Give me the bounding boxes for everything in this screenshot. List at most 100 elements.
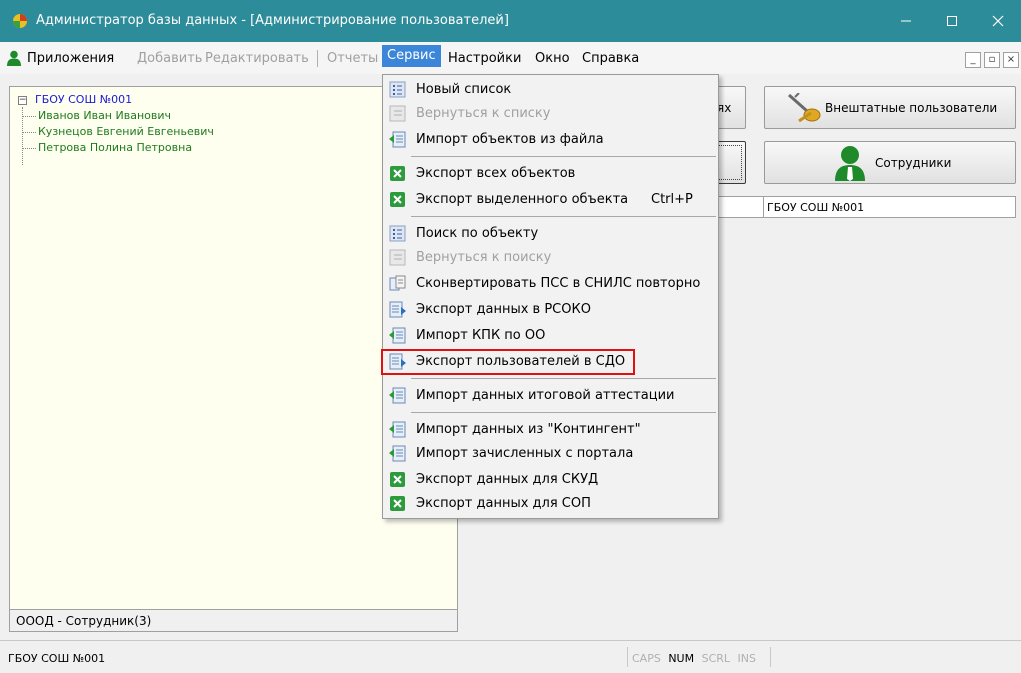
menu-service[interactable]: Сервис xyxy=(382,45,441,67)
menu-item-label: Вернуться к списку xyxy=(416,106,551,121)
menu-window[interactable]: Окно xyxy=(535,51,570,66)
import-icon xyxy=(389,387,406,404)
tree-node-label: Кузнецов Евгений Евгеньевич xyxy=(38,125,214,138)
menu-item-import-objects[interactable]: Импорт объектов из файла xyxy=(385,129,716,151)
menu-item-label: Импорт данных итоговой аттестации xyxy=(416,388,675,403)
menu-item-export-rsoko[interactable]: Экспорт данных в РСОКО xyxy=(385,299,716,321)
import-icon xyxy=(389,445,406,462)
menu-item-export-skud[interactable]: Экспорт данных для СКУД xyxy=(385,469,716,491)
tree-node[interactable]: Кузнецов Евгений Евгеньевич xyxy=(18,125,214,141)
tree-node[interactable]: Иванов Иван Иванович xyxy=(18,109,214,125)
status-divider xyxy=(770,647,771,667)
keyboard-indicators: CAPS NUM SCRL INS xyxy=(632,652,760,665)
mdi-restore-button[interactable]: ▫ xyxy=(984,52,1000,68)
menu-item-label: Поиск по объекту xyxy=(416,226,539,241)
mdi-close-button[interactable]: × xyxy=(1003,52,1019,68)
menu-item-export-users-sdo[interactable]: Экспорт пользователей в СДО xyxy=(381,349,635,375)
menu-item-label: Экспорт данных в РСОКО xyxy=(416,302,591,317)
scrl-indicator: SCRL xyxy=(701,652,731,665)
app-logo-icon xyxy=(13,14,27,28)
user-icon xyxy=(7,50,21,66)
tree-node-label: Петрова Полина Петровна xyxy=(38,141,193,154)
tree-root-label: ГБОУ СОШ №001 xyxy=(35,93,133,106)
external-users-label: Внештатные пользователи xyxy=(825,101,998,115)
list-icon xyxy=(389,81,406,98)
menu-separator xyxy=(411,412,716,413)
menu-item-label: Импорт данных из "Контингент" xyxy=(416,422,641,437)
minimize-button[interactable] xyxy=(883,0,929,42)
menu-bar: Приложения Добавить Редактировать Отчеты… xyxy=(0,42,1021,74)
menu-help[interactable]: Справка xyxy=(582,51,639,66)
menu-edit[interactable]: Редактировать xyxy=(205,51,309,66)
menu-separator xyxy=(411,156,716,157)
menu-item-label: Экспорт всех объектов xyxy=(416,166,576,181)
convert-icon xyxy=(389,275,406,291)
num-indicator: NUM xyxy=(668,652,695,665)
menu-item-export-all[interactable]: Экспорт всех объектов xyxy=(385,163,716,185)
users-category-label: ях xyxy=(717,101,732,115)
mdi-window-controls: _ ▫ × xyxy=(965,52,1021,68)
menu-item-label: Экспорт пользователей в СДО xyxy=(416,354,626,369)
search-list-icon xyxy=(389,225,406,242)
menu-applications[interactable]: Приложения xyxy=(27,51,114,66)
tree-line xyxy=(22,132,36,133)
menu-settings[interactable]: Настройки xyxy=(448,51,521,66)
menu-item-return-to-list[interactable]: Вернуться к списку xyxy=(385,103,716,125)
employees-button[interactable]: Сотрудники xyxy=(764,141,1016,184)
status-organization: ГБОУ СОШ №001 xyxy=(8,652,106,665)
tree-root-node[interactable]: − ГБОУ СОШ №001 xyxy=(18,93,214,109)
excel-icon xyxy=(390,496,405,511)
menu-item-label: Вернуться к поиску xyxy=(416,250,552,265)
app-window: Администратор базы данных - [Администрир… xyxy=(0,0,1021,673)
close-button[interactable] xyxy=(975,0,1021,42)
status-bar: ГБОУ СОШ №001 CAPS NUM SCRL INS xyxy=(0,640,1021,673)
menu-item-import-attestation[interactable]: Импорт данных итоговой аттестации xyxy=(385,385,716,407)
menu-item-import-contingent[interactable]: Импорт данных из "Контингент" xyxy=(385,419,716,441)
menu-item-label: Экспорт выделенного объекта xyxy=(416,192,629,207)
mdi-minimize-button[interactable]: _ xyxy=(965,52,981,68)
tree-line xyxy=(22,148,36,149)
import-icon xyxy=(389,131,406,148)
service-dropdown-menu: Новый список Вернуться к списку Импорт о… xyxy=(381,74,719,519)
menu-item-label: Новый список xyxy=(416,82,512,97)
menu-item-export-selected[interactable]: Экспорт выделенного объекта Ctrl+P xyxy=(385,189,716,211)
return-list-icon xyxy=(389,105,406,122)
title-bar: Администратор базы данных - [Администрир… xyxy=(0,0,1021,42)
menu-item-import-kpk[interactable]: Импорт КПК по ОО xyxy=(385,325,716,347)
tree-line xyxy=(22,116,36,117)
export-icon xyxy=(389,301,406,318)
menu-item-search-object[interactable]: Поиск по объекту xyxy=(385,223,716,245)
menu-item-return-to-search[interactable]: Вернуться к поиску xyxy=(385,247,716,269)
tree-status: ОООД - Сотрудник(3) xyxy=(10,609,457,631)
external-users-button[interactable]: Внештатные пользователи xyxy=(764,86,1016,129)
collapse-icon[interactable]: − xyxy=(18,96,27,105)
menu-item-label: Импорт зачисленных с портала xyxy=(416,446,634,461)
menu-item-convert-pss-snils[interactable]: Сконвертировать ПСС в СНИЛС повторно xyxy=(385,273,716,295)
excel-icon xyxy=(390,472,405,487)
tree-node[interactable]: Петрова Полина Петровна xyxy=(18,141,214,157)
users-tree: − ГБОУ СОШ №001 Иванов Иван Иванович Куз… xyxy=(18,93,214,165)
maximize-button[interactable] xyxy=(929,0,975,42)
menu-item-shortcut: Ctrl+P xyxy=(651,192,693,207)
menu-item-import-enrolled[interactable]: Импорт зачисленных с портала xyxy=(385,443,716,465)
employee-icon xyxy=(835,146,865,181)
import-icon xyxy=(389,327,406,344)
ins-indicator: INS xyxy=(737,652,757,665)
caps-indicator: CAPS xyxy=(632,652,661,665)
excel-icon xyxy=(390,192,405,207)
import-icon xyxy=(389,421,406,438)
status-divider xyxy=(627,647,628,667)
export-icon xyxy=(389,353,406,370)
menu-item-label: Экспорт данных для СОП xyxy=(416,496,591,511)
menu-item-label: Экспорт данных для СКУД xyxy=(416,472,599,487)
tree-node-label: Иванов Иван Иванович xyxy=(38,109,171,122)
menu-reports[interactable]: Отчеты xyxy=(327,51,378,66)
menu-add[interactable]: Добавить xyxy=(137,51,202,66)
menu-item-label: Импорт объектов из файла xyxy=(416,132,604,147)
return-search-icon xyxy=(389,249,406,266)
menu-item-new-list[interactable]: Новый список xyxy=(385,79,716,101)
menu-separator xyxy=(411,216,716,217)
close-icon xyxy=(992,15,1004,27)
menu-item-label: Импорт КПК по ОО xyxy=(416,328,546,343)
menu-item-export-sop[interactable]: Экспорт данных для СОП xyxy=(385,493,716,515)
